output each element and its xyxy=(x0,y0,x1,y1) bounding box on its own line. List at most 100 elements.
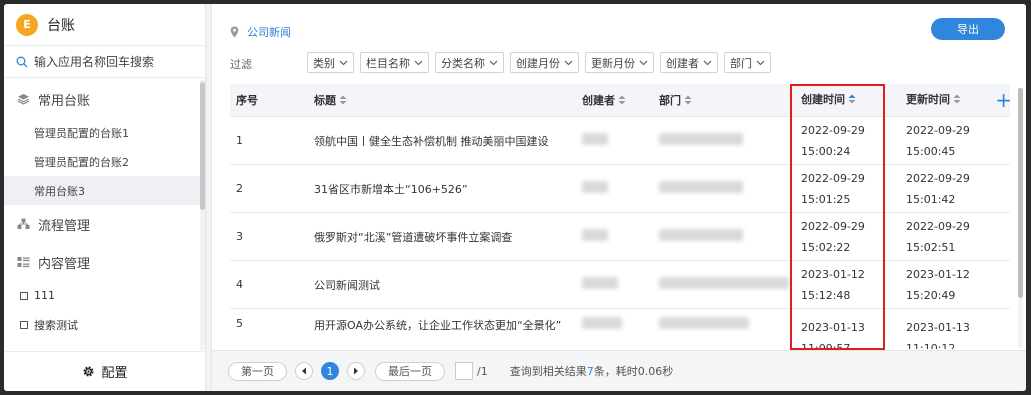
first-page-button[interactable]: 第一页 xyxy=(228,361,287,381)
cell-creator xyxy=(580,133,657,148)
filter-updated-month[interactable]: 更新月份 xyxy=(585,52,654,73)
config-button[interactable]: 配置 xyxy=(4,351,206,391)
cell-title[interactable]: 领航中国丨健全生态补偿机制 推动美丽中国建设 xyxy=(310,133,580,149)
redacted-creator xyxy=(582,181,608,193)
breadcrumb: 公司新闻 xyxy=(230,24,291,40)
layers-icon xyxy=(16,92,30,106)
chevron-down-icon xyxy=(414,60,423,66)
nav-group-label: 流程管理 xyxy=(38,218,91,234)
flow-icon xyxy=(16,217,30,231)
filter-class-name[interactable]: 分类名称 xyxy=(435,52,504,73)
app-logo-icon: E xyxy=(16,13,38,36)
config-label: 配置 xyxy=(101,366,128,381)
cell-title[interactable]: 公司新闻测试 xyxy=(310,277,580,293)
redacted-department xyxy=(659,277,789,289)
table-row[interactable]: 3 俄罗斯对“北溪”管道遭破坏事件立案调查 2022-09-29 15:02:22… xyxy=(230,213,1010,261)
nav-group-content[interactable]: 内容管理 xyxy=(4,243,200,281)
brand-header: E 台账 xyxy=(4,4,205,46)
sidebar-scroll-thumb[interactable] xyxy=(200,82,205,210)
cell-no: 5 xyxy=(236,317,243,330)
chevron-down-icon xyxy=(489,60,498,66)
redacted-department xyxy=(659,181,743,193)
chevron-left-icon xyxy=(302,367,306,375)
redacted-creator xyxy=(582,277,618,289)
col-header-updated-time[interactable]: 更新时间 xyxy=(904,89,1010,111)
cell-department xyxy=(657,229,799,244)
redacted-department xyxy=(659,317,749,329)
filter-bar: 类别 栏目名称 分类名称 创建月份 更新月份 创建者 部门 xyxy=(307,52,771,73)
table-header: 序号 标题 创建者 部门 创建时间 更新时间 + xyxy=(230,84,1012,117)
news-table: 序号 标题 创建者 部门 创建时间 更新时间 + 1 领航中国丨健全生态补偿机制… xyxy=(230,84,1012,349)
sort-icon[interactable] xyxy=(339,95,347,108)
filter-created-month[interactable]: 创建月份 xyxy=(510,52,579,73)
cell-title[interactable]: 用开源OA办公系统，让企业工作状态更加“全景化” xyxy=(310,317,580,333)
table-scroll-thumb[interactable] xyxy=(1018,88,1023,298)
add-column-icon[interactable]: + xyxy=(995,90,1012,110)
filter-column-name[interactable]: 栏目名称 xyxy=(360,52,429,73)
list-icon xyxy=(16,255,30,269)
square-icon xyxy=(20,291,28,300)
last-page-button[interactable]: 最后一页 xyxy=(375,361,445,381)
cell-creator xyxy=(580,181,657,196)
cell-no: 2 xyxy=(236,182,243,195)
sort-icon[interactable] xyxy=(684,95,692,108)
col-header-creator[interactable]: 创建者 xyxy=(580,92,657,108)
sidebar-nav: 常用台账 管理员配置的台账1 管理员配置的台账2 常用台账3 流程管理 内容管理… xyxy=(4,80,200,350)
sort-icon[interactable] xyxy=(953,90,961,111)
sidebar-item-ledger-3[interactable]: 常用台账3 xyxy=(4,176,200,205)
nav-group-label: 常用台账 xyxy=(38,93,91,109)
app-search-input[interactable] xyxy=(34,54,194,69)
prev-page-button[interactable] xyxy=(295,362,313,380)
col-header-department[interactable]: 部门 xyxy=(657,92,799,108)
location-pin-icon xyxy=(230,26,239,38)
app-search xyxy=(4,46,205,78)
filter-label: 过滤 xyxy=(230,58,252,71)
cell-department xyxy=(657,181,799,196)
chevron-down-icon xyxy=(703,60,712,66)
filter-department[interactable]: 部门 xyxy=(724,52,771,73)
sort-icon[interactable] xyxy=(618,95,626,108)
cell-department xyxy=(657,133,799,148)
created-time-highlight-box xyxy=(790,84,885,350)
nav-group-flow[interactable]: 流程管理 xyxy=(4,205,200,243)
page-jump-input[interactable] xyxy=(455,362,473,380)
filter-creator[interactable]: 创建者 xyxy=(660,52,718,73)
cell-creator xyxy=(580,277,657,292)
filter-category[interactable]: 类别 xyxy=(307,52,354,73)
cell-updated-time: 2023-01-13 11:10:12 xyxy=(906,321,970,349)
breadcrumb-link[interactable]: 公司新闻 xyxy=(247,24,291,40)
sidebar-item-ledger-1[interactable]: 管理员配置的台账1 xyxy=(4,118,200,147)
col-header-title[interactable]: 标题 xyxy=(310,92,580,108)
cell-department xyxy=(657,317,799,332)
cell-title[interactable]: 31省区市新增本土“106+526” xyxy=(310,181,580,197)
cell-creator xyxy=(580,229,657,244)
table-row[interactable]: 1 领航中国丨健全生态补偿机制 推动美丽中国建设 2022-09-29 15:00… xyxy=(230,117,1010,165)
table-scrollbar[interactable] xyxy=(1018,88,1023,348)
nav-group-label: 内容管理 xyxy=(38,256,91,272)
sidebar-item-search-test[interactable]: 搜索测试 xyxy=(4,310,200,339)
cell-department xyxy=(657,277,799,292)
chevron-right-icon xyxy=(354,367,358,375)
nav-group-common[interactable]: 常用台账 xyxy=(4,80,200,118)
sidebar-item-111[interactable]: 111 xyxy=(4,281,200,310)
current-page[interactable]: 1 xyxy=(321,362,339,380)
table-row[interactable]: 4 公司新闻测试 2023-01-12 15:12:48 2023-01-12 15… xyxy=(230,261,1010,309)
chevron-down-icon xyxy=(756,60,765,66)
cell-title[interactable]: 俄罗斯对“北溪”管道遭破坏事件立案调查 xyxy=(310,229,580,245)
sidebar-item-ledger-2[interactable]: 管理员配置的台账2 xyxy=(4,147,200,176)
table-row[interactable]: 5 用开源OA办公系统，让企业工作状态更加“全景化” 2023-01-13 11:… xyxy=(230,309,1010,349)
redacted-creator xyxy=(582,133,608,145)
cell-updated-time: 2022-09-29 15:01:42 xyxy=(906,171,970,206)
chevron-down-icon xyxy=(564,60,573,66)
redacted-creator xyxy=(582,229,608,241)
square-icon xyxy=(20,320,28,329)
redacted-creator xyxy=(582,317,622,329)
cell-no: 3 xyxy=(236,230,243,243)
next-page-button[interactable] xyxy=(347,362,365,380)
cell-updated-time: 2022-09-29 15:00:45 xyxy=(906,123,970,158)
export-button[interactable]: 导出 xyxy=(931,18,1005,40)
table-row[interactable]: 2 31省区市新增本土“106+526” 2022-09-29 15:01:25 … xyxy=(230,165,1010,213)
app-window: E 台账 常用台账 管理员配置的台账1 管理员配置的台账2 常用台账3 流程管理 xyxy=(4,4,1026,391)
sidebar: E 台账 常用台账 管理员配置的台账1 管理员配置的台账2 常用台账3 流程管理 xyxy=(4,4,206,391)
sidebar-scrollbar[interactable] xyxy=(200,80,205,350)
